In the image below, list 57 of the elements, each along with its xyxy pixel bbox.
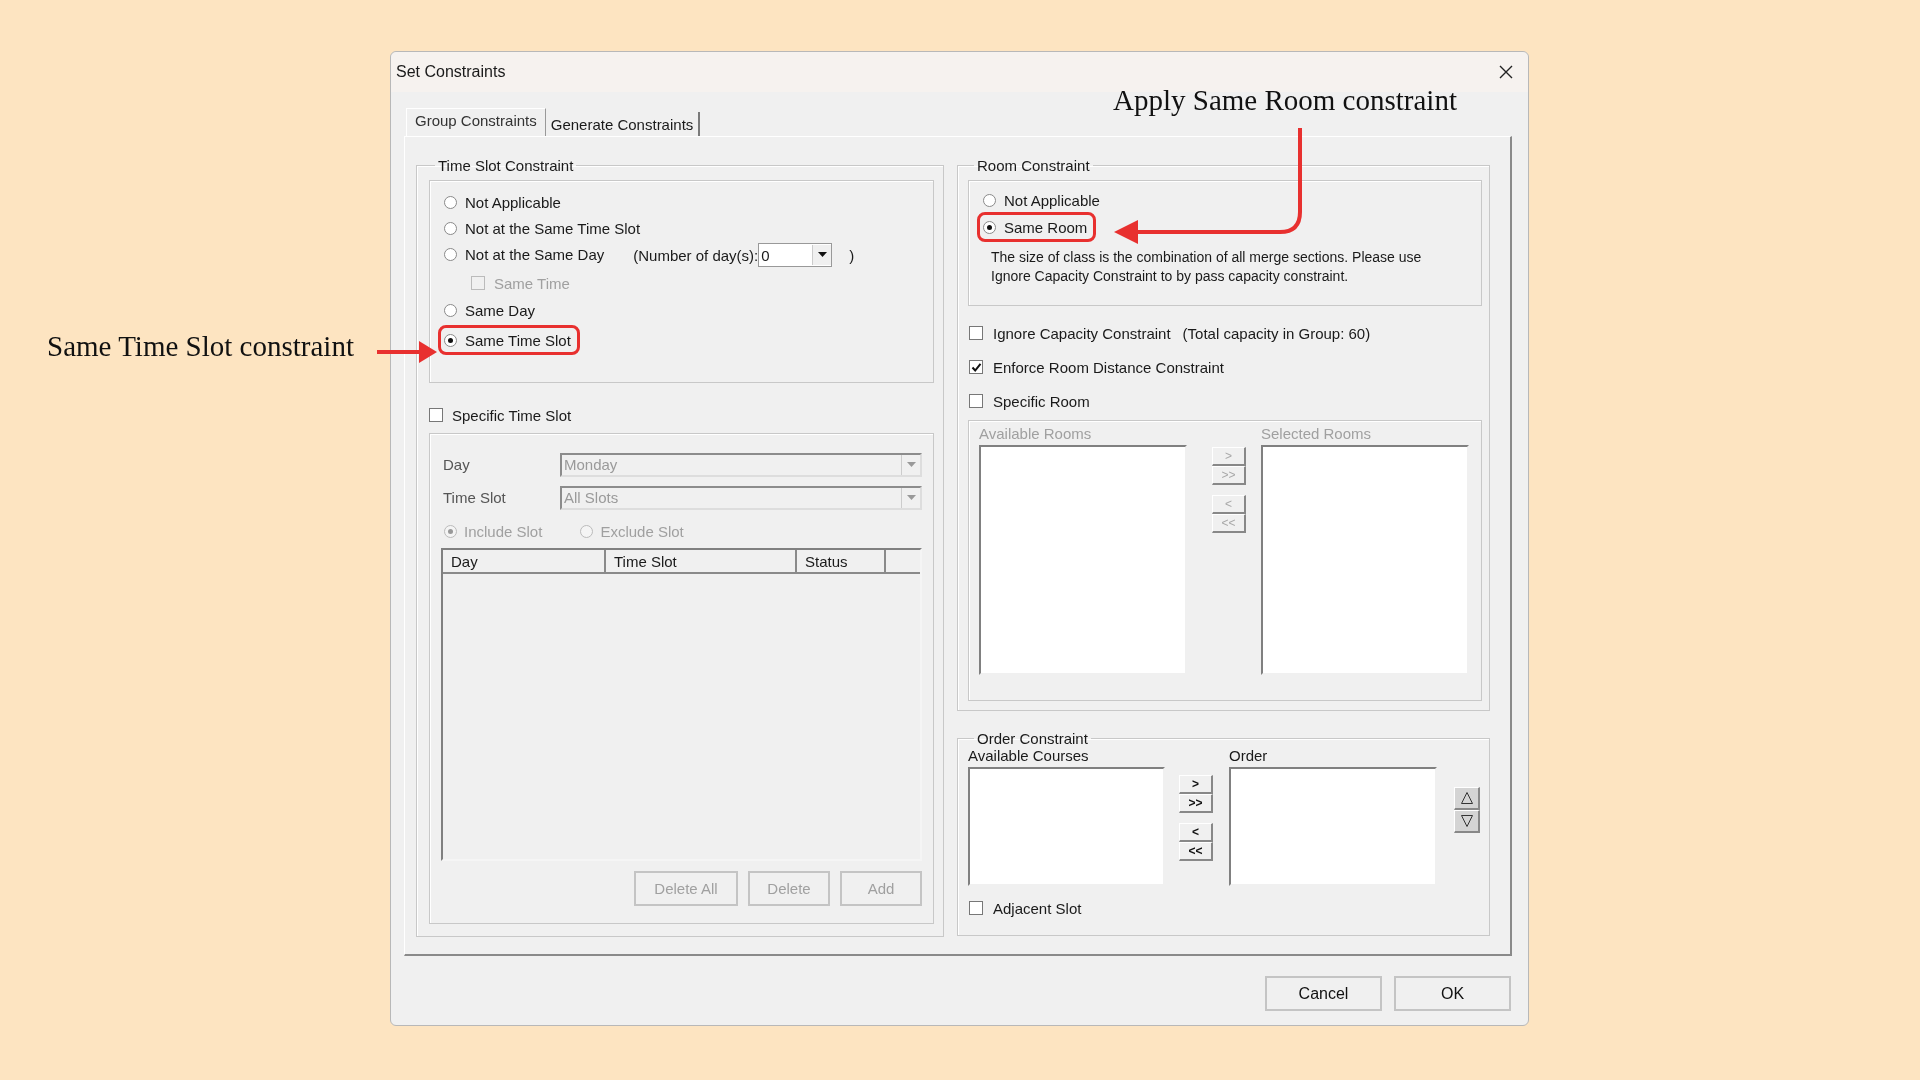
move-button[interactable]: << xyxy=(1179,842,1213,861)
list-label: Available Rooms xyxy=(979,425,1093,442)
list-label: Selected Rooms xyxy=(1261,425,1373,442)
triangle-up-icon xyxy=(1459,791,1474,805)
radio-button[interactable] xyxy=(444,196,457,209)
radio-button[interactable] xyxy=(444,248,457,261)
days-dropdown[interactable]: 0 xyxy=(758,243,833,267)
move-button[interactable]: > xyxy=(1179,775,1213,794)
checkbox[interactable] xyxy=(969,394,983,408)
window-title: Set Constraints xyxy=(396,63,506,81)
dropdown-arrow-icon xyxy=(906,461,916,468)
days-close-paren: ) xyxy=(849,246,855,264)
checkbox-label[interactable]: Enforce Room Distance Constraint xyxy=(993,358,1224,376)
radio-label[interactable]: Same Day xyxy=(465,302,536,319)
course-list[interactable] xyxy=(968,767,1165,886)
radio-label[interactable]: Not at the Same Day xyxy=(465,246,605,263)
radio-button[interactable] xyxy=(444,222,457,235)
checkbox-label[interactable]: Adjacent Slot xyxy=(993,899,1082,917)
group-title: Order Constraint xyxy=(976,730,1089,747)
dialog-button[interactable]: Cancel xyxy=(1265,976,1382,1011)
radio-label[interactable]: Same Time Slot xyxy=(465,331,571,349)
checkbox[interactable] xyxy=(969,901,983,915)
checkbox-label[interactable]: Specific Room xyxy=(993,392,1090,410)
move-up-button[interactable] xyxy=(1454,787,1480,810)
close-icon[interactable] xyxy=(1498,64,1514,80)
list-label: Available Courses xyxy=(968,747,1090,764)
list-label: Order xyxy=(1229,747,1269,764)
radio-label[interactable]: Same Room xyxy=(1004,218,1088,236)
radio-button[interactable] xyxy=(983,220,996,234)
group-title: Time Slot Constraint xyxy=(437,157,575,174)
capacity-text: (Total capacity in Group: 60) xyxy=(1182,324,1371,342)
checkbox-label[interactable]: Ignore Capacity Constraint xyxy=(993,324,1171,342)
pointer-arrow xyxy=(377,341,437,363)
annotation-text: Same Time Slot constraint xyxy=(47,330,354,363)
move-down-button[interactable] xyxy=(1454,810,1480,833)
triangle-down-icon xyxy=(1459,814,1474,828)
field-label: Day xyxy=(442,456,471,473)
radio-button[interactable] xyxy=(444,304,457,317)
tab[interactable]: Group Constraints xyxy=(406,108,546,136)
radio-button[interactable] xyxy=(983,194,996,207)
group-title: Room Constraint xyxy=(976,157,1091,174)
info-text: The size of class is the combination of all merge sections. Please use Ignore Capacity Constraint to by pass capacity constraint. xyxy=(990,248,1423,286)
move-button[interactable]: >> xyxy=(1179,794,1213,813)
radio-label[interactable]: Not Applicable xyxy=(1004,192,1100,209)
radio-button[interactable] xyxy=(444,333,457,347)
annotation-text: Apply Same Room constraint xyxy=(1113,84,1457,117)
dialog-button[interactable]: OK xyxy=(1394,976,1511,1011)
days-label: (Number of day(s): xyxy=(633,246,759,264)
radio-label[interactable]: Not Applicable xyxy=(465,194,561,211)
radio-label[interactable]: Not at the Same Time Slot xyxy=(465,220,641,237)
checkbox[interactable] xyxy=(969,326,983,340)
checkbox[interactable] xyxy=(969,360,983,374)
order-list[interactable] xyxy=(1229,767,1437,886)
dropdown-arrow-icon xyxy=(906,494,916,501)
field-label: Time Slot xyxy=(442,489,507,506)
move-button[interactable]: < xyxy=(1179,823,1213,842)
dropdown-arrow-icon xyxy=(817,252,827,258)
